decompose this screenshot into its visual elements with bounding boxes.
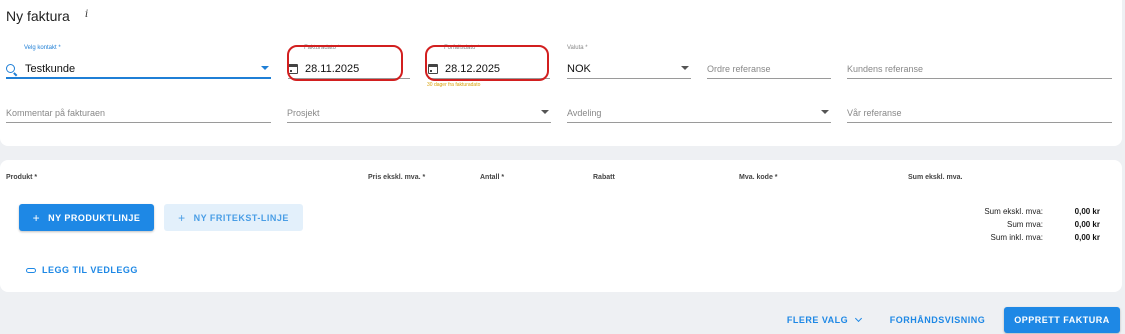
our-reference-placeholder: Vår referanse (847, 108, 902, 118)
due-date-hint: 30 dager fra fakturadato (427, 82, 481, 88)
our-reference-field[interactable]: Vår referanse (847, 99, 1112, 123)
department-placeholder: Avdeling (567, 108, 602, 118)
contact-underline (6, 77, 271, 79)
our-reference-underline (847, 122, 1112, 123)
customer-reference-underline (847, 78, 1112, 79)
currency-value: NOK (567, 63, 591, 75)
more-options-button[interactable]: FLERE VALG (779, 310, 869, 330)
customer-reference-field[interactable]: Kundens referanse (847, 55, 1112, 79)
highlight-invoice-date (287, 45, 403, 81)
column-header-price: Pris ekskl. mva. * (368, 174, 426, 181)
dropdown-caret-icon[interactable] (541, 110, 549, 114)
highlight-due-date (425, 45, 549, 81)
sum-incl-vat-label: Sum inkl. mva: (990, 233, 1043, 242)
column-header-quantity: Antall * (480, 174, 505, 181)
sum-vat-label: Sum mva: (1006, 220, 1043, 229)
department-select[interactable]: Avdeling (567, 99, 831, 123)
invoice-comment-underline (6, 122, 271, 123)
search-icon (6, 64, 15, 73)
add-freetext-line-label: NY FRITEKST-LINJE (193, 212, 289, 223)
add-attachment-button[interactable]: LEGG TIL VEDLEGG (26, 262, 146, 278)
plus-icon: + (178, 210, 186, 225)
invoice-comment-field[interactable]: Kommentar på fakturaen (6, 99, 271, 123)
dropdown-caret-icon[interactable] (821, 110, 829, 114)
sum-vat-value: 0,00 kr (1074, 220, 1100, 229)
project-select[interactable]: Prosjekt (287, 99, 551, 123)
contact-label: Velg kontakt * (24, 45, 61, 51)
column-header-sum: Sum ekskl. mva. (908, 174, 963, 181)
contact-value: Testkunde (25, 63, 76, 75)
invoice-comment-placeholder: Kommentar på fakturaen (6, 108, 106, 118)
preview-button[interactable]: FORHÅNDSVISNING (880, 310, 995, 330)
create-invoice-label: OPPRETT FAKTURA (1014, 315, 1110, 325)
column-header-vat-code: Mva. kode * (739, 174, 778, 181)
project-placeholder: Prosjekt (287, 108, 320, 118)
column-header-product: Produkt * (6, 174, 38, 181)
order-reference-field[interactable]: Ordre referanse (707, 55, 831, 79)
order-reference-underline (707, 78, 831, 79)
add-product-line-button[interactable]: + NY PRODUKTLINJE (19, 204, 154, 231)
create-invoice-button[interactable]: OPPRETT FAKTURA (1004, 307, 1120, 333)
paperclip-icon (26, 267, 36, 273)
sum-incl-vat-value: 0,00 kr (1074, 233, 1100, 242)
info-icon[interactable]: i (85, 9, 88, 20)
currency-label: Valuta * (567, 45, 588, 51)
order-reference-placeholder: Ordre referanse (707, 64, 771, 74)
more-options-label: FLERE VALG (786, 315, 849, 325)
page-title: Ny faktura (6, 8, 70, 24)
chevron-down-icon (855, 314, 863, 322)
dropdown-caret-icon[interactable] (261, 66, 269, 70)
add-freetext-line-button[interactable]: + NY FRITEKST-LINJE (164, 204, 303, 231)
sum-excl-vat-label: Sum ekskl. mva: (984, 207, 1043, 216)
department-underline (567, 122, 831, 123)
sum-excl-vat-value: 0,00 kr (1074, 207, 1100, 216)
dropdown-caret-icon[interactable] (681, 66, 689, 70)
plus-icon: + (32, 210, 41, 225)
add-attachment-label: LEGG TIL VEDLEGG (42, 265, 138, 275)
currency-underline (567, 78, 691, 79)
project-underline (287, 122, 551, 123)
add-product-line-label: NY PRODUKTLINJE (48, 212, 141, 223)
column-header-discount: Rabatt (593, 174, 615, 181)
contact-select[interactable]: Velg kontakt * Testkunde (6, 45, 271, 79)
preview-label: FORHÅNDSVISNING (889, 315, 986, 325)
customer-reference-placeholder: Kundens referanse (847, 64, 924, 74)
currency-select[interactable]: Valuta * NOK (567, 45, 691, 79)
